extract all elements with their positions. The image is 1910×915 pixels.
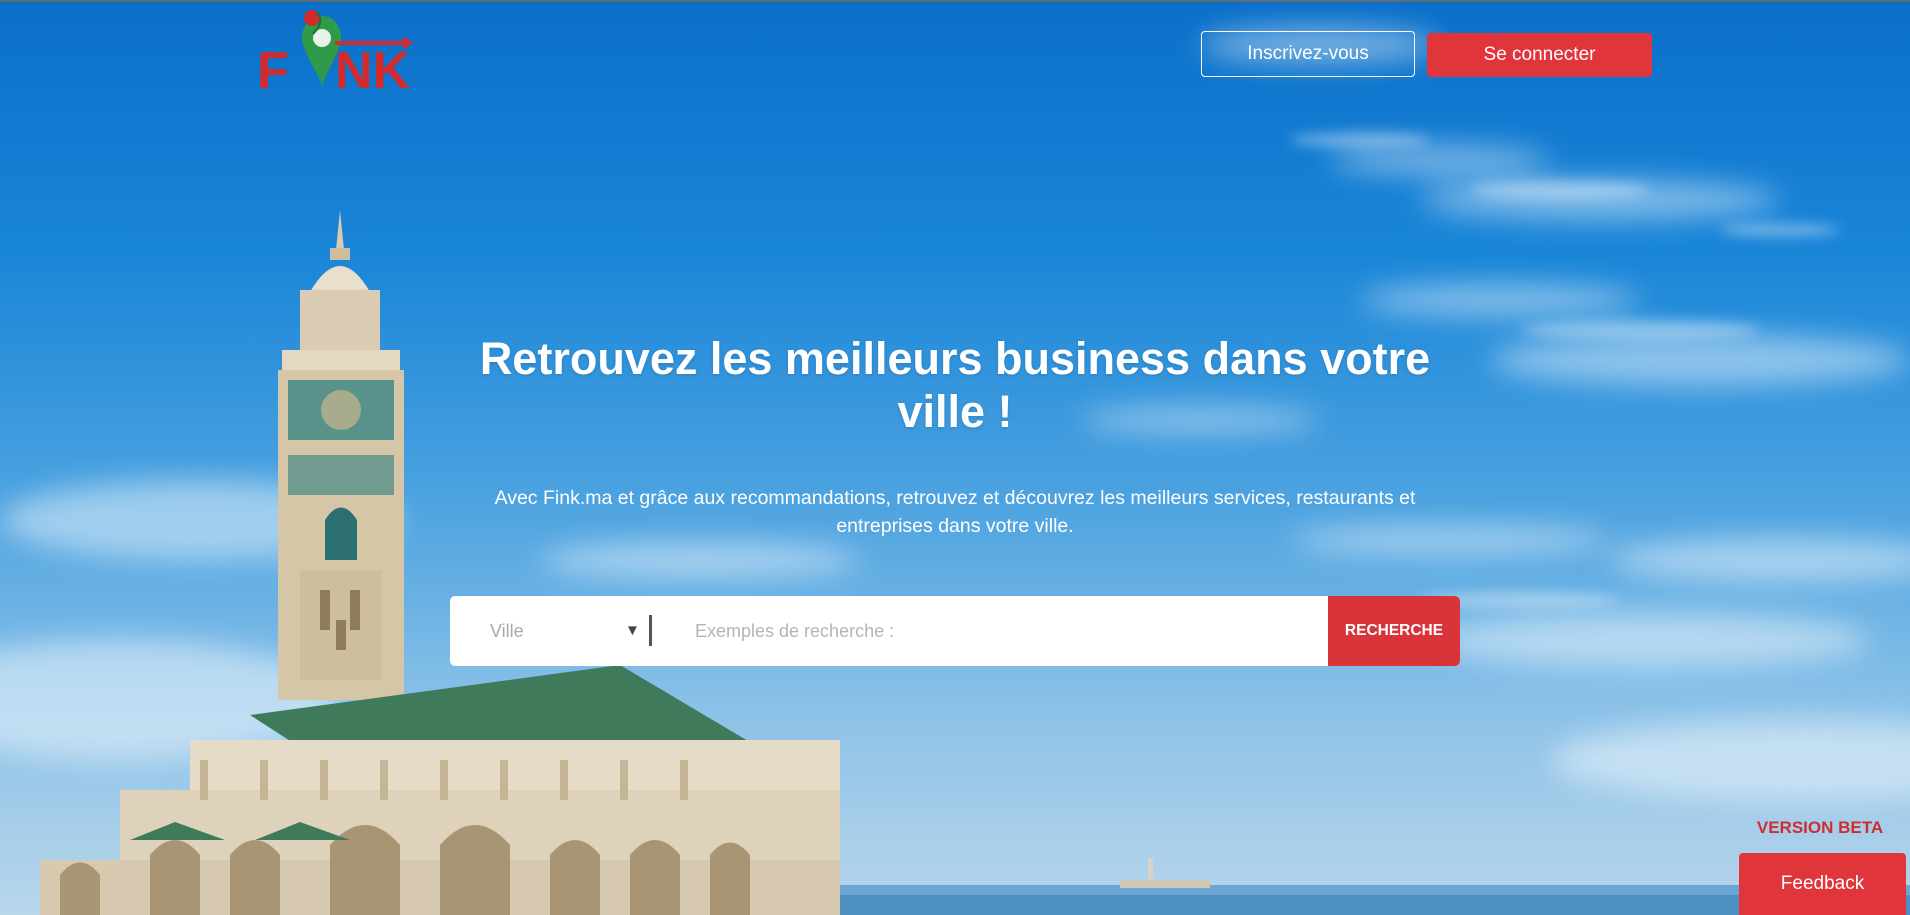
- hero-headline: Retrouvez les meilleurs business dans vo…: [479, 333, 1431, 437]
- search-divider: [649, 615, 652, 646]
- mosque-scene-background: [40, 210, 1910, 915]
- signup-button[interactable]: Inscrivez-vous: [1201, 31, 1415, 77]
- search-bar: Ville ▼ RECHERCHE: [450, 596, 1460, 666]
- fink-logo[interactable]: F NK: [255, 8, 415, 94]
- search-button[interactable]: RECHERCHE: [1328, 596, 1460, 666]
- city-select[interactable]: Ville: [450, 596, 650, 666]
- login-button[interactable]: Se connecter: [1427, 33, 1652, 77]
- hero-section: F NK Inscrivez-vous Se connecter Retrouv…: [0, 0, 1910, 915]
- svg-text:F: F: [257, 42, 289, 94]
- feedback-button[interactable]: Feedback: [1739, 853, 1906, 915]
- triangle-down-icon[interactable]: ▼: [625, 622, 640, 639]
- hero-subline: Avec Fink.ma et grâce aux recommandation…: [494, 487, 1416, 537]
- svg-text:NK: NK: [335, 42, 411, 94]
- city-select-value: Ville: [490, 620, 524, 641]
- search-input[interactable]: [665, 596, 1277, 666]
- version-beta-label: VERSION BETA: [1756, 818, 1884, 837]
